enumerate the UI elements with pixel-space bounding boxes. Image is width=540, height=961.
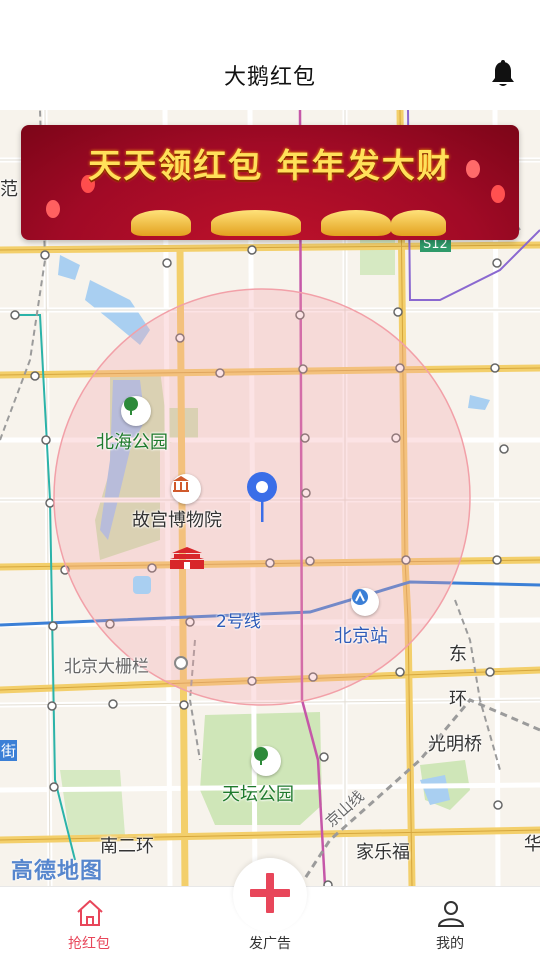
user-icon — [437, 901, 465, 927]
subway-station-icon[interactable] — [351, 588, 379, 616]
banner-ad[interactable]: 天天领红包 年年发大财 — [21, 125, 519, 240]
map-label-jia-le-fu[interactable]: 家乐福 — [356, 838, 410, 864]
tab-mine[interactable]: 我的 — [390, 887, 510, 961]
map-label-nan-er-huan: 南二环 — [100, 836, 154, 857]
map-label-beihai-park[interactable]: 北海公园 — [96, 428, 168, 454]
tab-label: 抢红包 — [68, 936, 110, 952]
map-label-hua: 华 — [524, 834, 540, 855]
plus-icon — [250, 873, 290, 913]
home-icon — [77, 900, 103, 926]
tab-label: 发广告 — [249, 936, 291, 952]
map-label-huan: 环 — [449, 689, 467, 710]
water-icon — [133, 576, 151, 594]
map-label-palace-museum[interactable]: 故宫博物院 — [132, 506, 222, 532]
map-watermark: 高德地图 — [11, 859, 104, 884]
map-label-beijing-station[interactable]: 北京站 — [334, 622, 388, 648]
map-label-dong: 东 — [449, 644, 467, 665]
map-label-guangmingqiao[interactable]: 光明桥 — [428, 730, 482, 756]
map-label-temple-of-heaven[interactable]: 天坛公园 — [222, 780, 294, 806]
publish-button[interactable] — [233, 858, 307, 932]
tab-grab-red-packet[interactable]: 抢红包 — [29, 887, 149, 961]
museum-icon[interactable] — [171, 474, 201, 504]
map-label-fan: 范 — [0, 179, 18, 200]
pin-icon[interactable] — [245, 470, 279, 532]
page-title: 大鹅红包 — [223, 65, 316, 90]
tiananmen-icon[interactable] — [168, 547, 206, 569]
park-icon[interactable] — [121, 396, 151, 426]
map-label-jie: 街 — [0, 740, 18, 761]
app-header: 大鹅红包 — [0, 40, 540, 110]
bell-icon[interactable] — [488, 59, 518, 89]
map-label-dashilan[interactable]: 北京大栅栏 — [64, 652, 149, 677]
banner-text: 天天领红包 年年发大财 — [88, 146, 452, 185]
map-label-line2: 2号线 — [216, 612, 261, 632]
location-dot-icon — [174, 656, 188, 670]
tab-label: 我的 — [436, 936, 464, 952]
park-icon[interactable] — [251, 746, 281, 776]
status-bar — [0, 0, 540, 40]
